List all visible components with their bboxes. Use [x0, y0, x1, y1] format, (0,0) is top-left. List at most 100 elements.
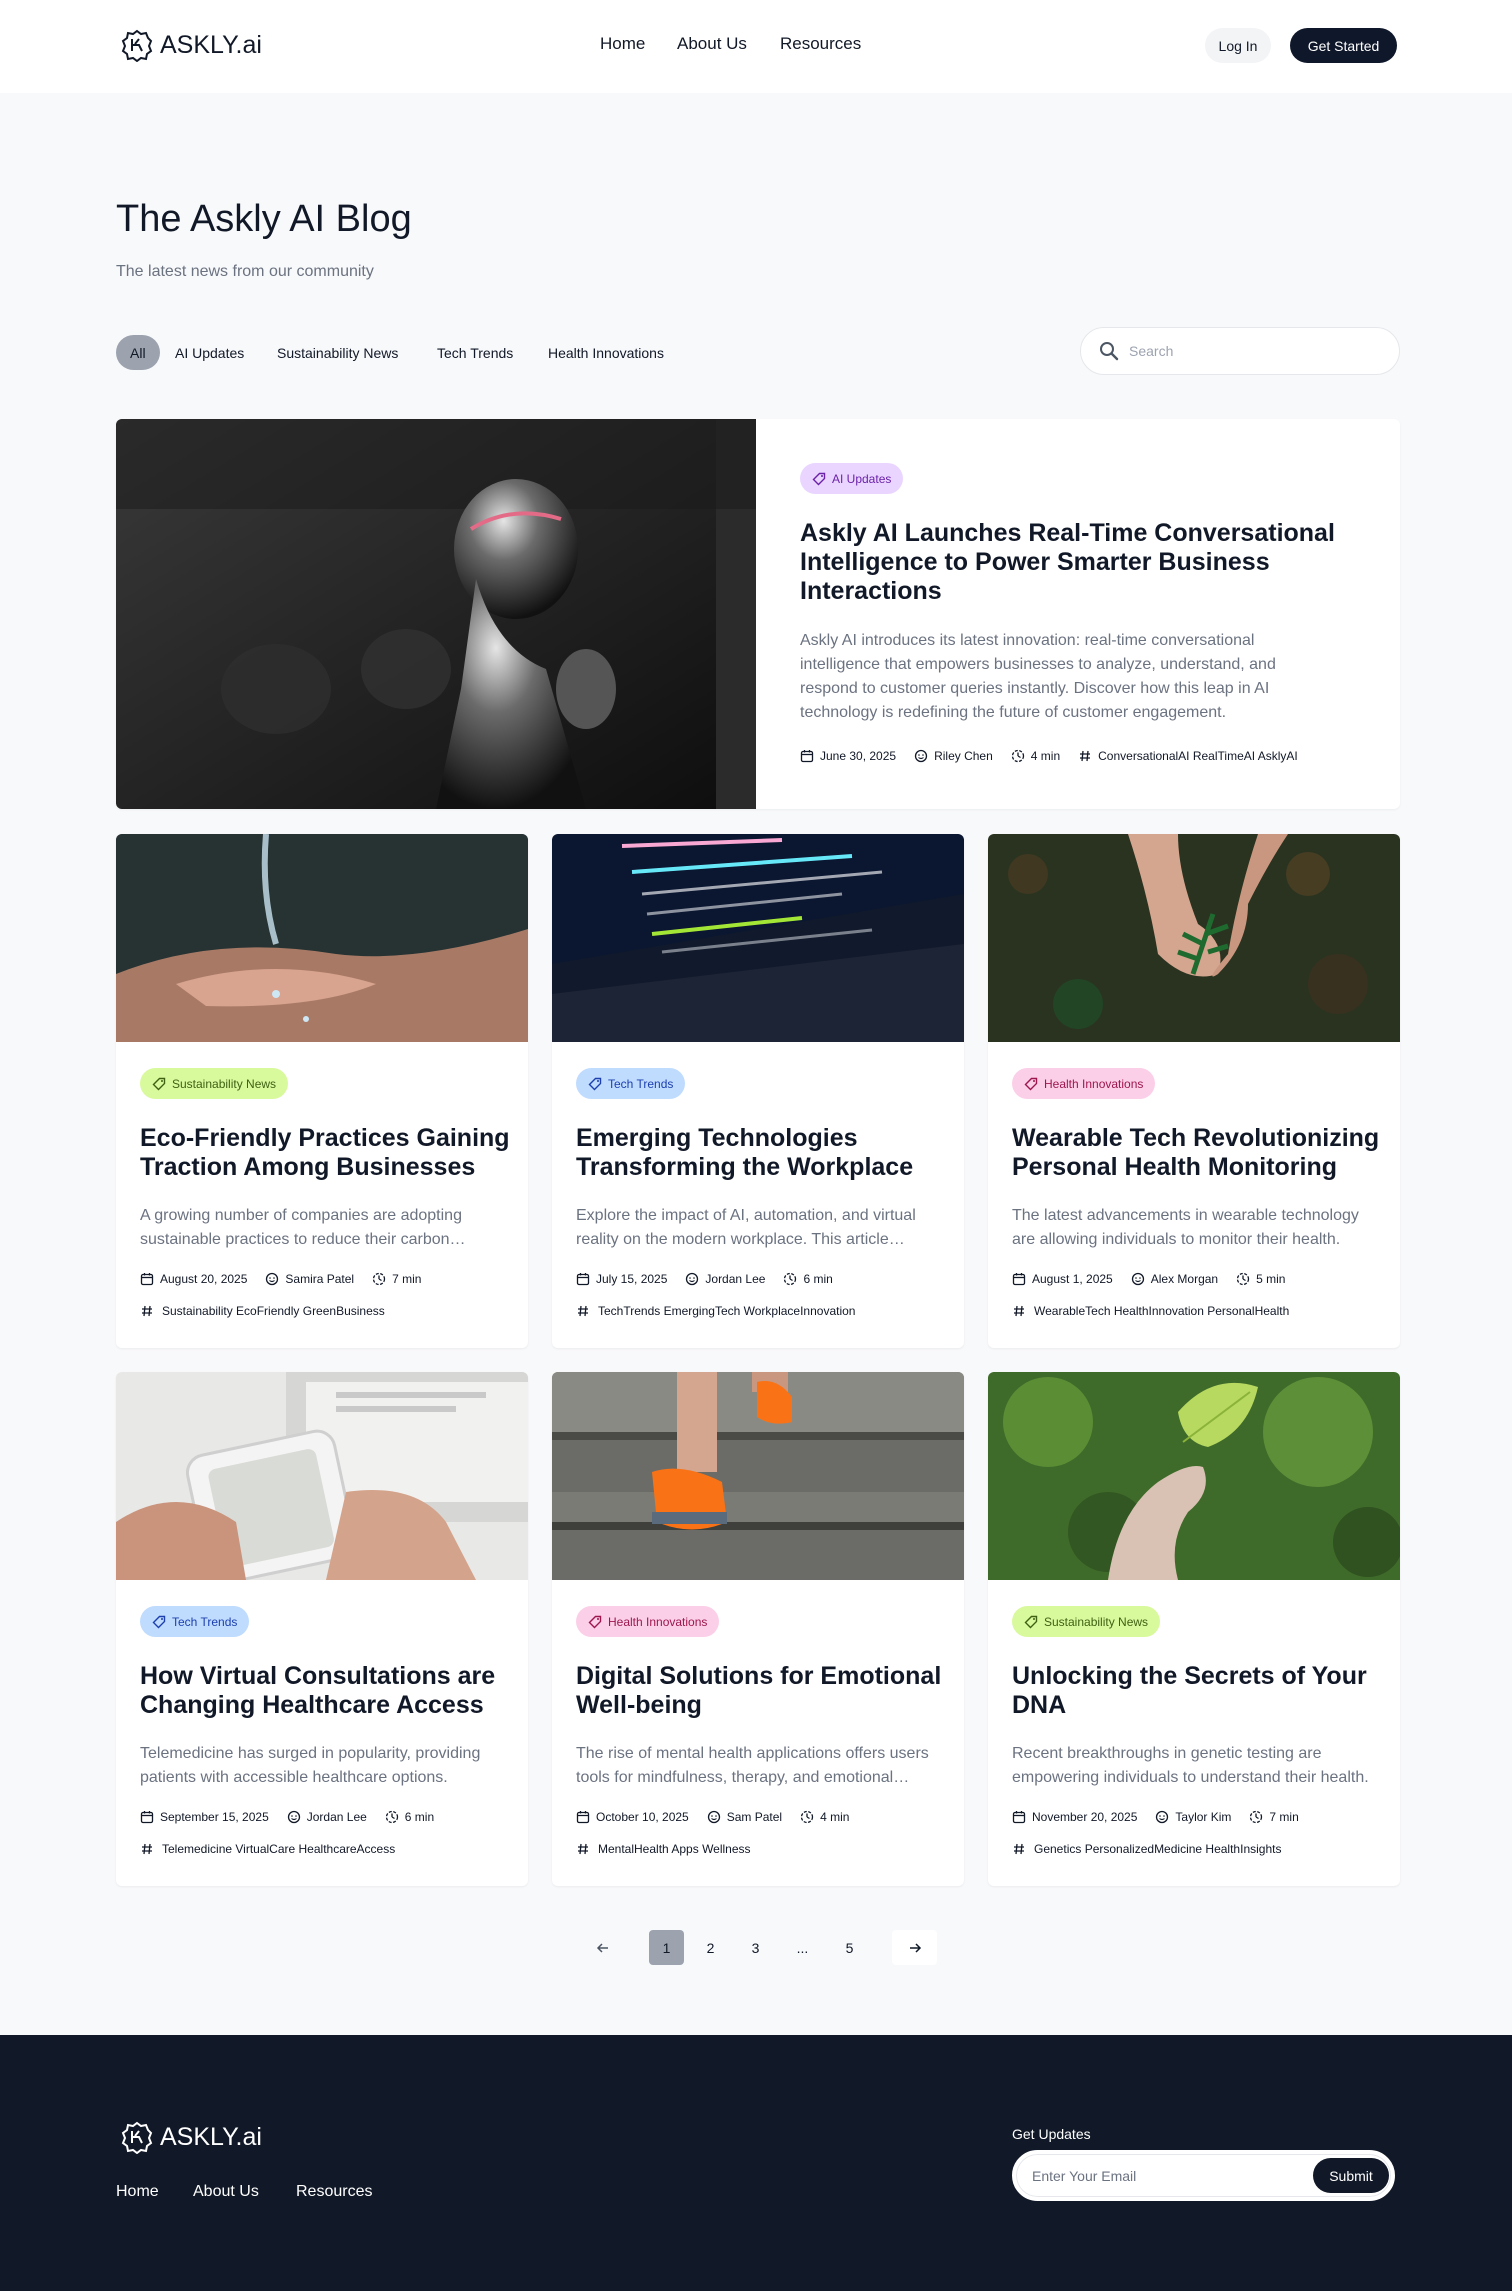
- hashtags-meta: Telemedicine VirtualCare HealthcareAcces…: [140, 1842, 395, 1856]
- face-icon: [287, 1810, 300, 1824]
- calendar-icon: [800, 750, 814, 763]
- filter-sustainability-news[interactable]: Sustainability News: [277, 335, 398, 370]
- pagination-page-3[interactable]: 3: [738, 1930, 773, 1965]
- post-title[interactable]: Eco-Friendly Practices Gaining Traction …: [140, 1124, 510, 1182]
- post-author: Alex Morgan: [1150, 1272, 1219, 1286]
- face-icon: [1131, 1272, 1144, 1286]
- calendar-icon: [140, 1811, 154, 1824]
- post-read-time: 4 min: [1030, 749, 1061, 763]
- pagination-page-2[interactable]: 2: [693, 1930, 728, 1965]
- author-meta: Sam Patel: [707, 1810, 782, 1824]
- post-meta: November 20, 2025 Taylor Kim 7 min: [1012, 1810, 1309, 1824]
- nav-home[interactable]: Home: [600, 34, 645, 54]
- timer-icon: [1236, 1272, 1250, 1286]
- post-date: August 20, 2025: [160, 1272, 248, 1286]
- post-hashtags: ConversationalAI RealTimeAI AsklyAI: [1098, 749, 1298, 763]
- post-title[interactable]: Emerging Technologies Transforming the W…: [576, 1124, 946, 1182]
- post-title[interactable]: Unlocking the Secrets of Your DNA: [1012, 1662, 1382, 1720]
- post-description: The latest advancements in wearable tech…: [1012, 1207, 1359, 1248]
- post-author: Samira Patel: [285, 1272, 355, 1286]
- pagination-prev-button[interactable]: [585, 1930, 620, 1965]
- post-read-time: 7 min: [1269, 1810, 1299, 1824]
- calendar-icon: [576, 1811, 590, 1824]
- get-started-button[interactable]: Get Started: [1290, 28, 1397, 63]
- face-icon: [1156, 1810, 1169, 1824]
- post-card[interactable]: Tech Trends Emerging Technologies Transf…: [552, 834, 964, 1348]
- post-category-tag[interactable]: Tech Trends: [140, 1606, 250, 1637]
- logo[interactable]: ASKLY.ai: [120, 28, 262, 62]
- featured-image: [116, 419, 756, 809]
- login-button[interactable]: Log In: [1205, 28, 1271, 63]
- pagination-page-5[interactable]: 5: [832, 1930, 867, 1965]
- pagination-next-button[interactable]: [892, 1930, 937, 1965]
- filter-ai-updates[interactable]: AI Updates: [175, 335, 244, 370]
- filter-all[interactable]: All: [116, 335, 160, 370]
- hash-icon: [1014, 1305, 1024, 1317]
- post-category-tag[interactable]: Tech Trends: [576, 1068, 686, 1099]
- pagination-page-1[interactable]: 1: [649, 1930, 684, 1965]
- search-input[interactable]: Search: [1080, 327, 1400, 375]
- author-meta: Alex Morgan: [1131, 1272, 1218, 1286]
- newsletter-submit-button[interactable]: Submit: [1313, 2158, 1389, 2193]
- date-meta: August 1, 2025: [1012, 1272, 1113, 1286]
- post-image: [116, 1372, 528, 1580]
- newsletter-email-field[interactable]: Enter Your Email Submit: [1012, 2150, 1395, 2201]
- post-title[interactable]: Digital Solutions for Emotional Well-bei…: [576, 1662, 946, 1720]
- footer-logo[interactable]: ASKLY.ai: [120, 2120, 262, 2154]
- post-hashtags: MentalHealth Apps Wellness: [598, 1842, 751, 1856]
- post-date: July 15, 2025: [596, 1272, 668, 1286]
- post-description: The rise of mental health applications o…: [576, 1745, 929, 1786]
- arrow-left-icon: [596, 1942, 608, 1953]
- post-title[interactable]: Wearable Tech Revolutionizing Personal H…: [1012, 1124, 1382, 1182]
- hashtags-meta: TechTrends EmergingTech WorkplaceInnovat…: [576, 1304, 855, 1318]
- post-category-tag[interactable]: Health Innovations: [1012, 1068, 1156, 1099]
- post-read-time: 7 min: [392, 1272, 422, 1286]
- post-description: Telemedicine has surged in popularity, p…: [140, 1745, 481, 1786]
- arrow-right-icon: [909, 1942, 921, 1953]
- post-card[interactable]: Sustainability News Unlocking the Secret…: [988, 1372, 1400, 1886]
- featured-category-tag[interactable]: AI Updates: [800, 463, 904, 494]
- footer-link-about-us[interactable]: About Us: [193, 2183, 259, 2201]
- footer-link-home[interactable]: Home: [116, 2183, 159, 2201]
- footer-link-resources[interactable]: Resources: [296, 2183, 372, 2201]
- tag-icon: [812, 472, 826, 485]
- post-title[interactable]: How Virtual Consultations are Changing H…: [140, 1662, 510, 1720]
- post-category-tag[interactable]: Sustainability News: [140, 1068, 289, 1099]
- nav-about-us[interactable]: About Us: [677, 34, 747, 54]
- post-card[interactable]: Sustainability News Eco-Friendly Practic…: [116, 834, 528, 1348]
- logo-text: ASKLY.ai: [160, 30, 262, 59]
- timer-icon: [372, 1272, 386, 1286]
- post-card[interactable]: Health Innovations Wearable Tech Revolut…: [988, 834, 1400, 1348]
- face-icon: [686, 1272, 699, 1286]
- featured-post[interactable]: AI Updates Askly AI Launches Real-Time C…: [116, 419, 1400, 809]
- tag-icon: [152, 1615, 166, 1628]
- email-placeholder: Enter Your Email: [1032, 2168, 1137, 2184]
- page-title: The Askly AI Blog: [116, 198, 412, 240]
- tag-icon: [1024, 1615, 1038, 1628]
- post-category-tag[interactable]: Sustainability News: [1012, 1606, 1161, 1637]
- date-meta: November 20, 2025: [1012, 1810, 1137, 1824]
- post-meta: July 15, 2025 Jordan Lee 6 min: [576, 1272, 843, 1286]
- post-card[interactable]: Health Innovations Digital Solutions for…: [552, 1372, 964, 1886]
- filter-tech-trends[interactable]: Tech Trends: [437, 335, 513, 370]
- timer-icon: [1250, 1810, 1263, 1824]
- nav-resources[interactable]: Resources: [780, 34, 861, 54]
- filter-health-innovations[interactable]: Health Innovations: [548, 335, 664, 370]
- face-icon: [707, 1810, 720, 1824]
- tag-label: Tech Trends: [172, 1614, 238, 1629]
- post-description: A growing number of companies are adopti…: [140, 1207, 462, 1248]
- author-meta: Jordan Lee: [685, 1272, 765, 1286]
- date-meta: June 30, 2025: [800, 749, 896, 763]
- featured-description: Askly AI introduces its latest innovatio…: [800, 632, 1276, 721]
- post-author: Jordan Lee: [306, 1810, 367, 1824]
- post-category-tag[interactable]: Health Innovations: [576, 1606, 720, 1637]
- hashtags-meta: Genetics PersonalizedMedicine HealthInsi…: [1012, 1842, 1281, 1856]
- logo-icon: [121, 29, 153, 62]
- hash-icon: [142, 1843, 152, 1855]
- hashtags-meta: WearableTech HealthInnovation PersonalHe…: [1012, 1304, 1289, 1318]
- post-card[interactable]: Tech Trends How Virtual Consultations ar…: [116, 1372, 528, 1886]
- footer-logo-text: ASKLY.ai: [160, 2122, 262, 2151]
- date-meta: July 15, 2025: [576, 1272, 667, 1286]
- featured-title[interactable]: Askly AI Launches Real-Time Conversation…: [800, 519, 1340, 606]
- post-read-time: 6 min: [404, 1810, 435, 1824]
